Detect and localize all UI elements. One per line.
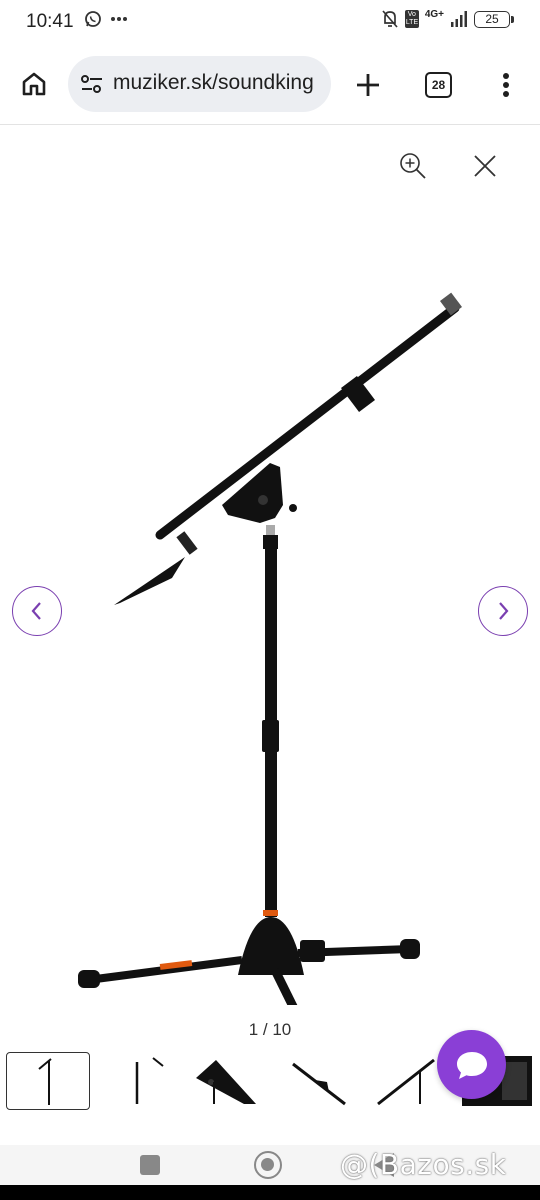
home-circle-icon[interactable] [254,1151,282,1179]
plus-icon [357,74,379,96]
address-bar[interactable]: muziker.sk/soundking [68,56,331,112]
network-label: 4G+ [424,9,444,20]
product-image-mic-stand [78,292,463,1005]
image-gallery-viewer: 1 / 10 [0,125,540,1145]
previous-image-button[interactable] [12,586,62,636]
watermark: @(Bazos.sk [340,1148,507,1181]
overflow-menu-button[interactable] [492,68,520,102]
tab-count: 28 [431,78,446,92]
home-icon [22,72,46,96]
zoom-in-icon[interactable] [396,149,430,183]
mute-bell-icon [382,10,398,28]
status-left-icons [84,10,128,28]
home-button[interactable] [14,64,54,104]
bottom-strip [0,1185,540,1200]
volte-badge: Vo LTE [404,10,419,28]
status-bar: 10:41 Vo LTE 4G+ 25 [0,0,540,46]
thumbnail-4[interactable] [285,1052,369,1110]
tune-icon[interactable] [80,73,104,95]
thumbnail-3[interactable] [186,1052,270,1110]
battery-icon: 25 [474,10,514,28]
status-right: Vo LTE 4G+ 25 [381,9,514,29]
url-text: muziker.sk/soundking [113,71,314,94]
chevron-left-icon [31,602,41,620]
close-icon[interactable] [468,149,502,183]
browser-toolbar: muziker.sk/soundking 28 [0,50,540,120]
more-dots-icon [111,17,127,21]
overflow-menu-icon [503,73,509,97]
recents-icon[interactable] [140,1155,160,1175]
tabs-button[interactable]: 28 [425,72,452,98]
status-time: 10:41 [26,11,74,32]
chat-bubble-icon [456,1051,487,1079]
thumbnail-2[interactable] [95,1052,179,1110]
battery-level: 25 [485,12,499,26]
next-image-button[interactable] [478,586,528,636]
thumbnail-1[interactable] [6,1052,90,1110]
new-tab-button[interactable] [350,67,386,103]
signal-icon [451,11,467,27]
chat-button[interactable] [437,1030,506,1099]
chevron-right-icon [499,602,509,620]
whatsapp-icon [85,11,101,27]
